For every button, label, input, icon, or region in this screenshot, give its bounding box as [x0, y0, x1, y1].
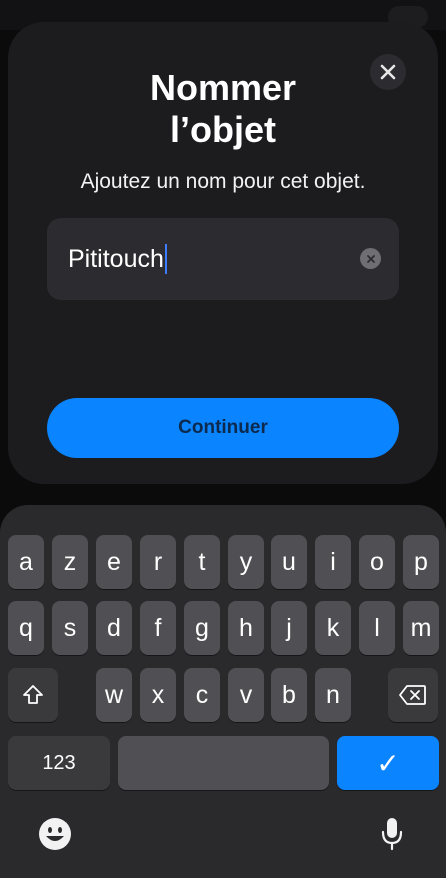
- key-r[interactable]: r: [140, 535, 176, 589]
- emoji-icon: [39, 818, 71, 850]
- key-u[interactable]: u: [271, 535, 307, 589]
- key-b[interactable]: b: [271, 668, 307, 722]
- key-i[interactable]: i: [315, 535, 351, 589]
- dictation-button[interactable]: [376, 813, 408, 855]
- key-g[interactable]: g: [184, 601, 220, 655]
- key-t[interactable]: t: [184, 535, 220, 589]
- name-object-sheet: Nommer l’objet Ajoutez un nom pour cet o…: [8, 22, 438, 484]
- key-j[interactable]: j: [271, 601, 307, 655]
- key-n[interactable]: n: [315, 668, 351, 722]
- numbers-key[interactable]: 123: [8, 736, 110, 790]
- shift-key[interactable]: [8, 668, 58, 722]
- clear-text-button[interactable]: [360, 248, 381, 269]
- key-h[interactable]: h: [228, 601, 264, 655]
- key-l[interactable]: l: [359, 601, 395, 655]
- microphone-icon: [381, 818, 403, 851]
- key-q[interactable]: q: [8, 601, 44, 655]
- key-z[interactable]: z: [52, 535, 88, 589]
- page-subtitle: Ajoutez un nom pour cet objet.: [80, 170, 366, 193]
- continue-button[interactable]: Continuer: [47, 398, 399, 458]
- delete-icon: [399, 685, 426, 705]
- key-y[interactable]: y: [228, 535, 264, 589]
- key-x[interactable]: x: [140, 668, 176, 722]
- delete-key[interactable]: [388, 668, 438, 722]
- key-v[interactable]: v: [228, 668, 264, 722]
- key-m[interactable]: m: [403, 601, 439, 655]
- object-name-input[interactable]: Pititouch: [47, 218, 399, 300]
- key-e[interactable]: e: [96, 535, 132, 589]
- keyboard: a z e r t y u i o p q s d f g h j k l m …: [0, 505, 446, 878]
- shift-icon: [23, 685, 43, 704]
- key-d[interactable]: d: [96, 601, 132, 655]
- key-w[interactable]: w: [96, 668, 132, 722]
- key-f[interactable]: f: [140, 601, 176, 655]
- space-key[interactable]: [118, 736, 329, 790]
- key-p[interactable]: p: [403, 535, 439, 589]
- page-title: Nommer l’objet: [149, 67, 297, 150]
- key-o[interactable]: o: [359, 535, 395, 589]
- clear-icon: [366, 254, 375, 263]
- confirm-key[interactable]: ✓: [337, 736, 439, 790]
- object-name-value: Pititouch: [68, 245, 164, 273]
- key-s[interactable]: s: [52, 601, 88, 655]
- text-caret: [164, 244, 167, 274]
- key-c[interactable]: c: [184, 668, 220, 722]
- emoji-button[interactable]: [36, 815, 74, 853]
- key-k[interactable]: k: [315, 601, 351, 655]
- key-a[interactable]: a: [8, 535, 44, 589]
